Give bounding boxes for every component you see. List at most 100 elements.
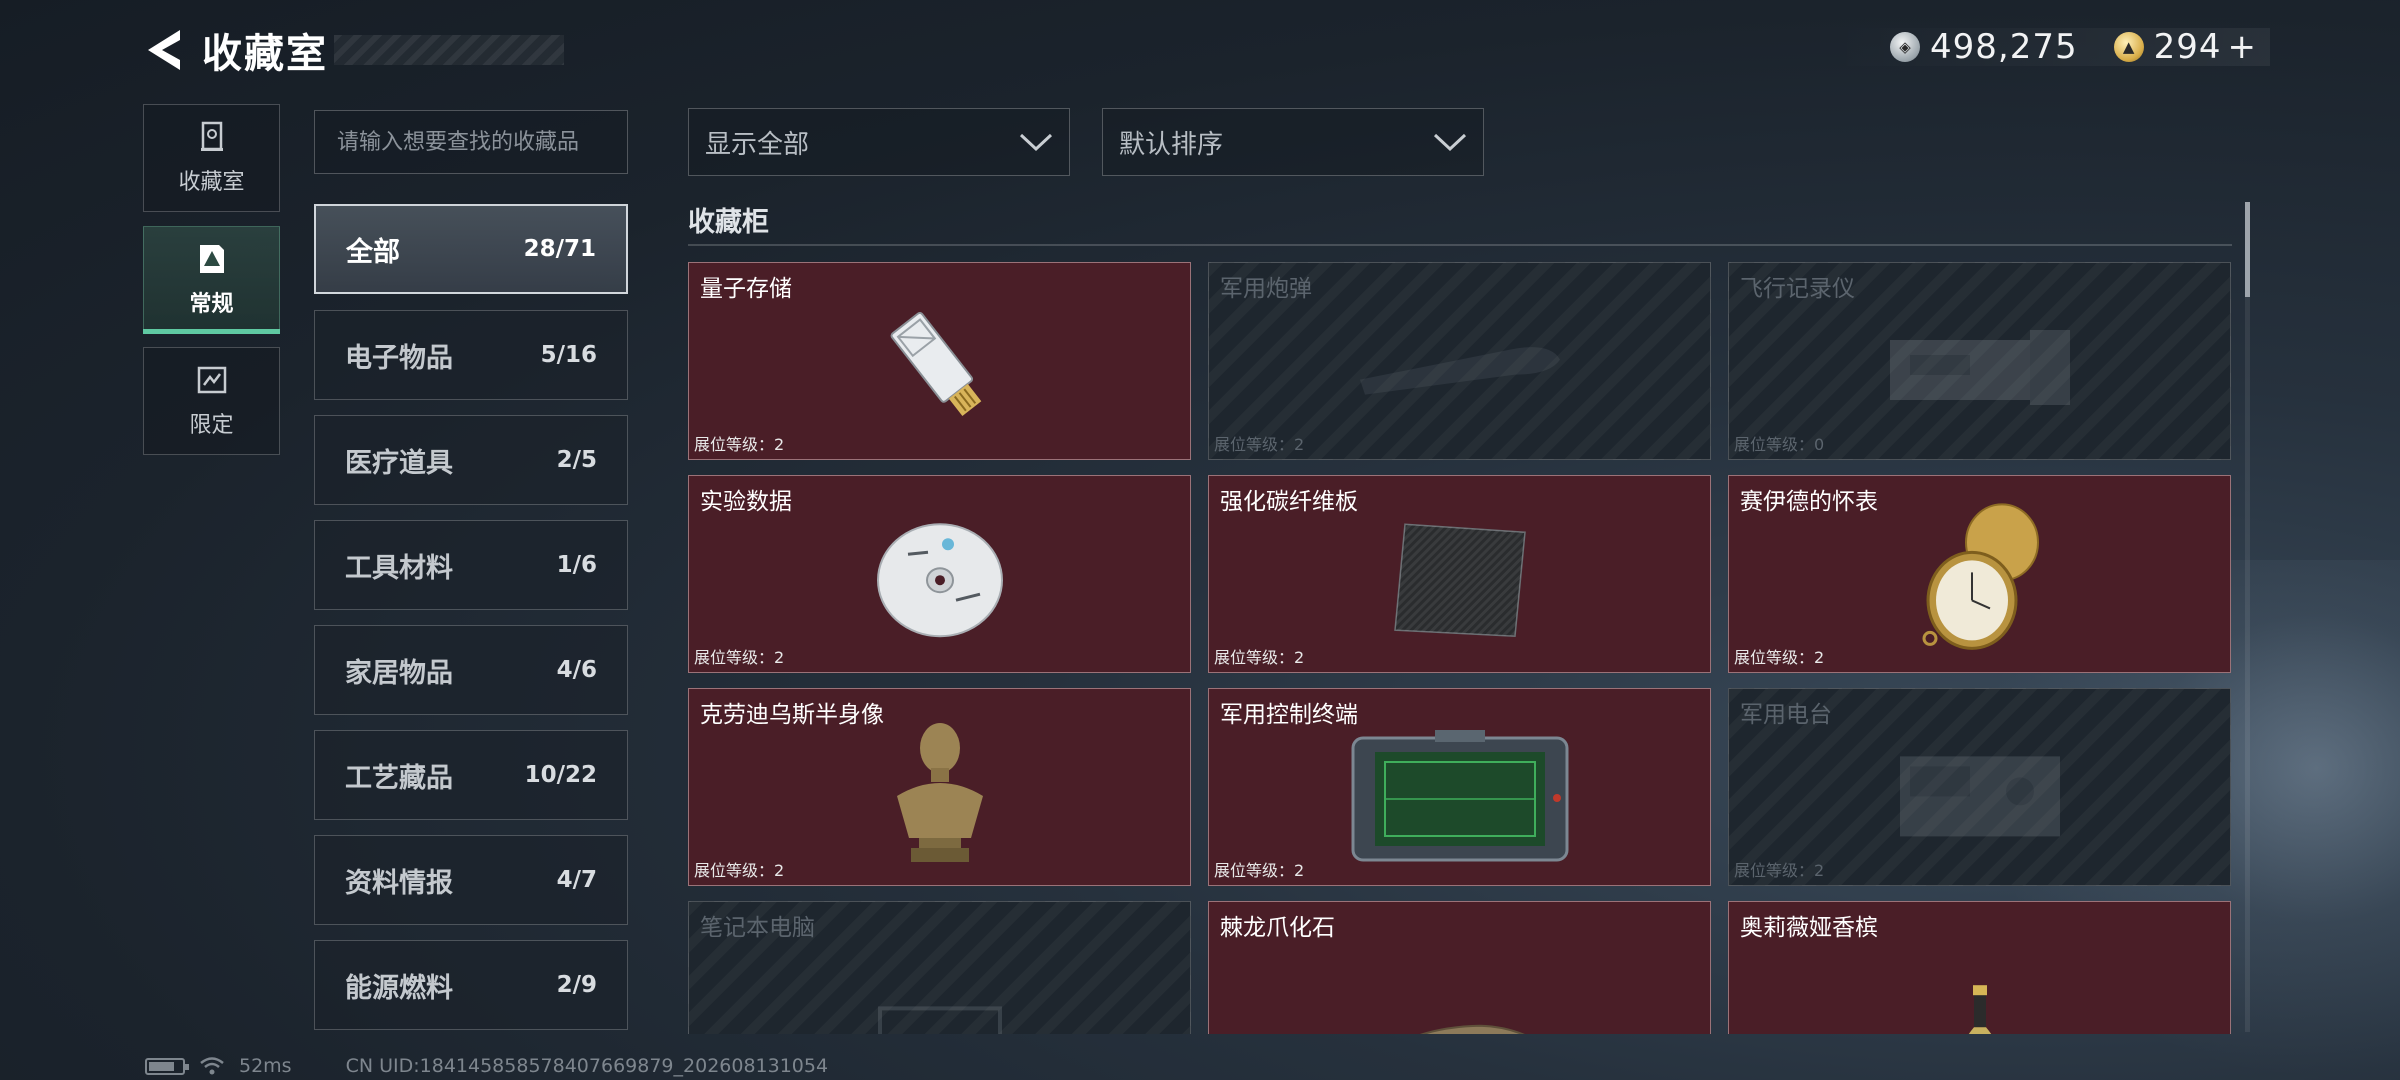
card-name: 军用电台 <box>1740 702 1832 728</box>
wifi-icon <box>200 1057 224 1075</box>
collectible-card[interactable]: 强化碳纤维板 展位等级：2 <box>1208 475 1711 673</box>
collectible-card[interactable]: 飞行记录仪 展位等级：0 <box>1728 262 2231 460</box>
collection-grid: 量子存储 展位等级：2 军用炮弹 展位等级：2 飞行记录仪 展位等级：0 实验数… <box>688 260 2234 1034</box>
filter-dropdown[interactable]: 显示全部 <box>688 108 1070 176</box>
currency-bar: ◈ 498,275 ▲ 294 + <box>1829 27 2270 67</box>
uid-text: CN UID:184145858578407669879_20260813105… <box>345 1055 829 1077</box>
regular-icon <box>199 245 224 273</box>
disc-icon <box>876 523 1003 638</box>
category-household[interactable]: 家居物品 4/6 <box>314 625 628 715</box>
card-level: 展位等级：2 <box>694 861 785 880</box>
gold-amount: 294 <box>2153 27 2222 67</box>
carbon-plate-icon <box>1393 523 1526 637</box>
card-level: 展位等级：0 <box>1734 435 1825 454</box>
nav-label: 收藏室 <box>178 170 245 195</box>
add-currency-button[interactable]: + <box>2228 27 2257 67</box>
card-level: 展位等级：2 <box>694 648 785 667</box>
scrollbar[interactable] <box>2245 202 2250 1032</box>
card-name: 量子存储 <box>700 276 792 302</box>
category-count: 5/16 <box>540 342 597 368</box>
card-level: 展位等级：2 <box>1214 435 1305 454</box>
recorder-icon <box>1889 330 2070 405</box>
limited-icon <box>197 366 226 394</box>
category-count: 4/7 <box>556 867 597 893</box>
card-name: 实验数据 <box>700 489 792 515</box>
section-title: 收藏柜 <box>688 207 769 238</box>
category-crafts[interactable]: 工艺藏品 10/22 <box>314 730 628 820</box>
nav-regular[interactable]: 常规 <box>143 226 280 334</box>
card-level: 展位等级：2 <box>1214 861 1305 880</box>
back-button[interactable] <box>140 24 188 76</box>
category-tools[interactable]: 工具材料 1/6 <box>314 520 628 610</box>
category-count: 4/6 <box>556 657 597 683</box>
chevron-down-icon <box>1019 133 1053 152</box>
pocket-watch-icon <box>1922 503 2039 650</box>
card-name: 棘龙爪化石 <box>1220 915 1335 941</box>
silver-amount: 498,275 <box>1929 27 2078 67</box>
category-medical[interactable]: 医疗道具 2/5 <box>314 415 628 505</box>
category-count: 10/22 <box>524 762 597 788</box>
header: 收藏室 <box>140 22 564 78</box>
category-count: 1/6 <box>556 552 597 578</box>
nav-label: 常规 <box>189 292 234 317</box>
radio-icon <box>1899 756 2060 837</box>
back-arrow-icon <box>148 30 180 70</box>
card-name: 军用炮弹 <box>1220 276 1312 302</box>
collectible-card[interactable]: 量子存储 展位等级：2 <box>688 262 1191 460</box>
collectible-card[interactable]: 棘龙爪化石 <box>1208 901 1711 1034</box>
search-input[interactable] <box>314 110 628 174</box>
card-name: 强化碳纤维板 <box>1220 489 1358 515</box>
collectible-card[interactable]: 军用控制终端 展位等级：2 <box>1208 688 1711 886</box>
usb-drive-icon <box>890 311 981 416</box>
gold-coin-icon: ▲ <box>2113 32 2144 62</box>
battery-icon <box>145 1057 189 1075</box>
card-name: 奥莉薇娅香槟 <box>1740 915 1878 941</box>
collectible-card[interactable]: 军用电台 展位等级：2 <box>1728 688 2231 886</box>
scroll-thumb[interactable] <box>2245 202 2250 297</box>
champagne-bottle-icon <box>1968 985 1991 1034</box>
silver-coin-icon: ◈ <box>1889 32 1920 62</box>
card-level: 展位等级：2 <box>694 435 785 454</box>
collectible-card[interactable]: 奥莉薇娅香槟 <box>1728 901 2231 1034</box>
card-name: 赛伊德的怀表 <box>1740 489 1878 515</box>
card-name: 飞行记录仪 <box>1740 276 1855 302</box>
nav-limited[interactable]: 限定 <box>143 347 280 455</box>
chevron-down-icon <box>1433 133 1467 152</box>
category-all[interactable]: 全部 28/71 <box>314 204 628 294</box>
category-label: 工艺藏品 <box>345 762 453 794</box>
category-label: 全部 <box>346 236 400 268</box>
category-label: 电子物品 <box>345 342 453 374</box>
claw-fossil-icon <box>1418 1024 1525 1034</box>
nav-collection-room[interactable]: 收藏室 <box>143 104 280 212</box>
category-electronics[interactable]: 电子物品 5/16 <box>314 310 628 400</box>
laptop-icon <box>877 1006 1002 1034</box>
collectible-card[interactable]: 军用炮弹 展位等级：2 <box>1208 262 1711 460</box>
category-count: 2/9 <box>556 972 597 998</box>
card-name: 军用控制终端 <box>1220 702 1358 728</box>
category-label: 能源燃料 <box>345 972 453 1004</box>
category-label: 家居物品 <box>345 657 453 689</box>
filter-dropdown-value: 显示全部 <box>705 129 810 160</box>
category-label: 医疗道具 <box>345 447 453 479</box>
section-divider <box>688 244 2232 246</box>
category-label: 资料情报 <box>345 867 453 899</box>
sort-dropdown[interactable]: 默认排序 <box>1102 108 1484 176</box>
shell-icon <box>1359 347 1560 395</box>
ping-text: 52ms <box>239 1055 292 1077</box>
category-label: 工具材料 <box>345 552 453 584</box>
page-title: 收藏室 <box>202 31 328 77</box>
collectible-card[interactable]: 实验数据 展位等级：2 <box>688 475 1191 673</box>
nav-label: 限定 <box>189 413 234 438</box>
card-level: 展位等级：2 <box>1734 648 1825 667</box>
category-energy[interactable]: 能源燃料 2/9 <box>314 940 628 1030</box>
collection-room-icon <box>200 121 223 151</box>
card-level: 展位等级：2 <box>1734 861 1825 880</box>
category-intel[interactable]: 资料情报 4/7 <box>314 835 628 925</box>
card-name: 笔记本电脑 <box>700 915 815 941</box>
collectible-card[interactable]: 克劳迪乌斯半身像 展位等级：2 <box>688 688 1191 886</box>
card-name: 克劳迪乌斯半身像 <box>700 702 884 728</box>
collectible-card[interactable]: 笔记本电脑 <box>688 901 1191 1034</box>
card-level: 展位等级：2 <box>1214 648 1305 667</box>
sort-dropdown-value: 默认排序 <box>1119 129 1224 160</box>
collectible-card[interactable]: 赛伊德的怀表 展位等级：2 <box>1728 475 2231 673</box>
